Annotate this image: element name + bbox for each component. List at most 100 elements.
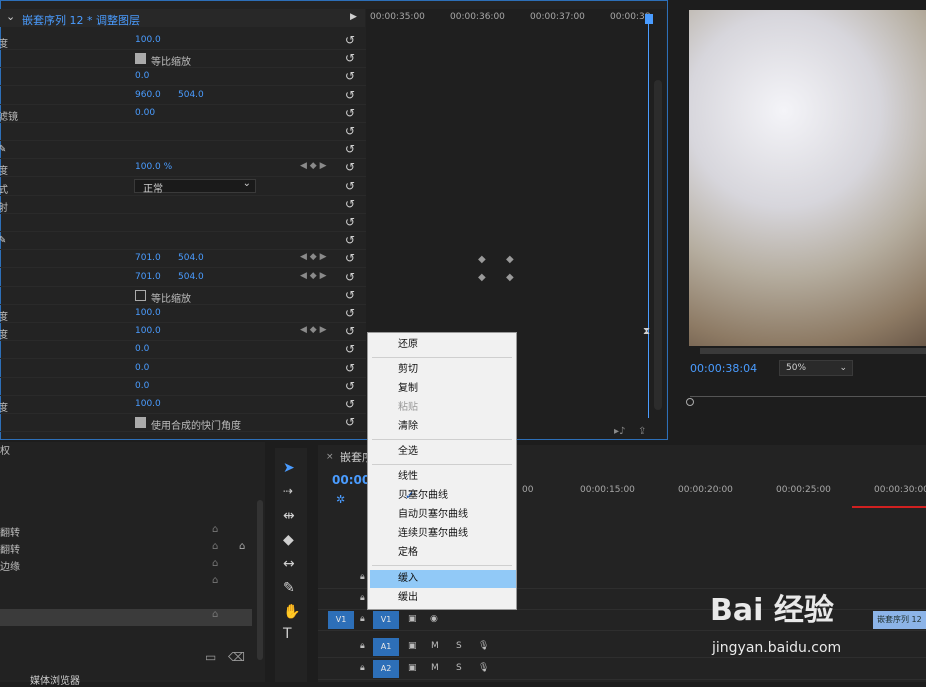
mute-button[interactable]: M bbox=[431, 663, 439, 673]
reset-icon[interactable]: ↺ bbox=[345, 415, 355, 429]
property-value[interactable]: 0.0 bbox=[135, 381, 149, 391]
keyframe-diamond-icon[interactable]: ◆ bbox=[506, 254, 514, 265]
microphone-icon[interactable]: 🎙︎ bbox=[478, 641, 489, 651]
end-marker-icon[interactable]: ⧗ bbox=[643, 326, 650, 337]
reset-icon[interactable]: ↺ bbox=[345, 106, 355, 120]
keyframe-navigator-icon[interactable]: ◀ ◆ ▶ bbox=[300, 252, 327, 262]
reset-icon[interactable]: ↺ bbox=[345, 288, 355, 302]
effect-property-row[interactable]: ↺ bbox=[0, 214, 366, 232]
menu-item-select-all[interactable]: 全选 bbox=[370, 443, 516, 461]
reset-icon[interactable]: ↺ bbox=[345, 342, 355, 356]
list-item[interactable]: ⌂ bbox=[0, 575, 252, 592]
track-a2[interactable]: 🔒︎ A2 ▣ M S 🎙︎ bbox=[318, 659, 926, 680]
effect-property-row[interactable]: 701.0 504.0 ◀ ◆ ▶ ↺ bbox=[0, 269, 366, 287]
reset-icon[interactable]: ↺ bbox=[345, 33, 355, 47]
menu-item-copy[interactable]: 复制 bbox=[370, 380, 516, 398]
list-item[interactable]: 翻转 ⌂ ⌂ bbox=[0, 541, 252, 558]
blend-mode-select[interactable]: 正常 ⌄ bbox=[134, 178, 256, 195]
effect-property-row[interactable]: 度 100.0 ↺ bbox=[0, 305, 366, 323]
export-icon[interactable]: ⇪ bbox=[638, 426, 646, 437]
monitor-scrollbar[interactable] bbox=[700, 348, 926, 354]
reset-icon[interactable]: ↺ bbox=[345, 251, 355, 265]
hand-tool-icon[interactable]: ✋ bbox=[283, 604, 300, 620]
mute-button[interactable]: M bbox=[431, 641, 439, 651]
keyframe-diamond-icon[interactable]: ◆ bbox=[506, 272, 514, 283]
reset-icon[interactable]: ↺ bbox=[345, 160, 355, 174]
menu-item-undo[interactable]: 还原 bbox=[370, 336, 516, 354]
timeline-clip[interactable]: 嵌套序列 12 bbox=[873, 611, 926, 629]
monitor-playhead-icon[interactable] bbox=[686, 398, 694, 406]
property-value[interactable]: 0.0 bbox=[135, 363, 149, 373]
ripple-edit-tool-icon[interactable]: ⇹ bbox=[283, 508, 295, 524]
playhead-line[interactable] bbox=[648, 18, 649, 418]
property-value[interactable]: 0.0 bbox=[135, 344, 149, 354]
sync-lock-icon[interactable]: ▣ bbox=[408, 614, 417, 624]
playhead-handle-icon[interactable] bbox=[645, 14, 653, 24]
pen-icon[interactable]: ✎ bbox=[0, 235, 6, 246]
property-value[interactable]: 100.0 bbox=[135, 308, 161, 318]
property-value[interactable]: 0.0 bbox=[135, 71, 149, 81]
keyframe-navigator-icon[interactable]: ◀ ◆ ▶ bbox=[300, 271, 327, 281]
effect-property-row[interactable]: 960.0 504.0 ↺ bbox=[0, 87, 366, 105]
slip-tool-icon[interactable]: ↔ bbox=[283, 556, 295, 572]
effect-property-row[interactable]: 式 正常 ⌄ ↺ bbox=[0, 178, 366, 196]
trash-icon[interactable]: ⌫ bbox=[228, 650, 245, 664]
property-value[interactable]: 100.0 % bbox=[135, 162, 172, 172]
effect-property-row[interactable]: ✎ ↺ bbox=[0, 141, 366, 160]
pen-icon[interactable]: ✎ bbox=[0, 144, 6, 155]
track-v1[interactable]: V1 🔒︎ V1 ▣ ◉ bbox=[318, 610, 926, 631]
list-item[interactable]: 权 bbox=[0, 442, 252, 459]
property-value[interactable]: 960.0 bbox=[135, 90, 161, 100]
program-timecode[interactable]: 00:00:38:04 bbox=[690, 362, 757, 375]
menu-item-linear[interactable]: 线性 bbox=[370, 468, 516, 486]
track-select-tool-icon[interactable]: ⇢ bbox=[283, 484, 293, 498]
solo-button[interactable]: S bbox=[456, 641, 462, 651]
list-item[interactable]: 翻转 ⌂ bbox=[0, 524, 252, 541]
reset-icon[interactable]: ↺ bbox=[345, 51, 355, 65]
expand-arrow-icon[interactable]: ▶ bbox=[350, 12, 357, 22]
menu-item-clear[interactable]: 清除 bbox=[370, 418, 516, 436]
property-value[interactable]: 504.0 bbox=[178, 272, 204, 282]
reset-icon[interactable]: ↺ bbox=[345, 306, 355, 320]
keyframe-navigator-icon[interactable]: ◀ ◆ ▶ bbox=[300, 161, 327, 171]
type-tool-icon[interactable]: T bbox=[283, 626, 292, 642]
menu-item-ease-in[interactable]: 缓入 bbox=[370, 570, 516, 588]
property-value[interactable]: 100.0 bbox=[135, 399, 161, 409]
menu-item-continuous-bezier[interactable]: 连续贝塞尔曲线 bbox=[370, 525, 516, 543]
effect-property-row[interactable]: ✎ ↺ bbox=[0, 232, 366, 251]
reset-icon[interactable]: ↺ bbox=[345, 197, 355, 211]
property-value[interactable]: 100.0 bbox=[135, 35, 161, 45]
eye-icon[interactable]: ◉ bbox=[430, 614, 438, 624]
keyframe-diamond-icon[interactable]: ◆ bbox=[478, 254, 486, 265]
monitor-timeline-ruler[interactable] bbox=[690, 396, 926, 397]
list-item-selected[interactable]: ⌂ bbox=[0, 609, 252, 626]
property-value[interactable]: 504.0 bbox=[178, 253, 204, 263]
selection-tool-icon[interactable]: ➤ bbox=[283, 460, 295, 476]
razor-tool-icon[interactable]: ◆ bbox=[283, 532, 294, 548]
effect-property-row[interactable]: 度 100.0 ↺ bbox=[0, 32, 366, 50]
property-value[interactable]: 0.00 bbox=[135, 108, 155, 118]
zoom-select[interactable]: 50% ⌄ bbox=[779, 360, 853, 376]
effect-property-row[interactable]: 度 100.0 % ◀ ◆ ▶ ↺ bbox=[0, 159, 366, 178]
effect-property-row[interactable]: 0.0 ↺ bbox=[0, 68, 366, 87]
keyframe-diamond-icon[interactable]: ◆ bbox=[478, 272, 486, 283]
property-value[interactable]: 701.0 bbox=[135, 253, 161, 263]
effect-property-row[interactable]: 度 100.0 ◀ ◆ ▶ ↺ bbox=[0, 323, 366, 342]
lock-icon[interactable]: 🔒︎ bbox=[360, 641, 365, 651]
property-value[interactable]: 504.0 bbox=[178, 90, 204, 100]
property-value[interactable]: 701.0 bbox=[135, 272, 161, 282]
source-patch-v1[interactable]: V1 bbox=[328, 611, 354, 629]
reset-icon[interactable]: ↺ bbox=[345, 270, 355, 284]
reset-icon[interactable]: ↺ bbox=[345, 124, 355, 138]
track-target-a2[interactable]: A2 bbox=[373, 660, 399, 678]
effect-property-row[interactable]: 701.0 504.0 ◀ ◆ ▶ ↺ bbox=[0, 250, 366, 269]
sync-lock-icon[interactable]: ▣ bbox=[408, 641, 417, 651]
timeline-timecode[interactable]: 00:00 bbox=[332, 473, 370, 487]
media-browser-tab[interactable]: 媒体浏览器 bbox=[30, 672, 80, 687]
effect-property-row[interactable]: 度 100.0 ↺ bbox=[0, 396, 366, 414]
effect-property-row[interactable]: ↺ bbox=[0, 123, 366, 141]
checkbox[interactable] bbox=[135, 417, 146, 429]
menu-item-bezier[interactable]: ✓ 贝塞尔曲线 bbox=[370, 487, 516, 505]
track-target-v1[interactable]: V1 bbox=[373, 611, 399, 629]
effect-property-row[interactable]: 0.0 ↺ bbox=[0, 360, 366, 378]
